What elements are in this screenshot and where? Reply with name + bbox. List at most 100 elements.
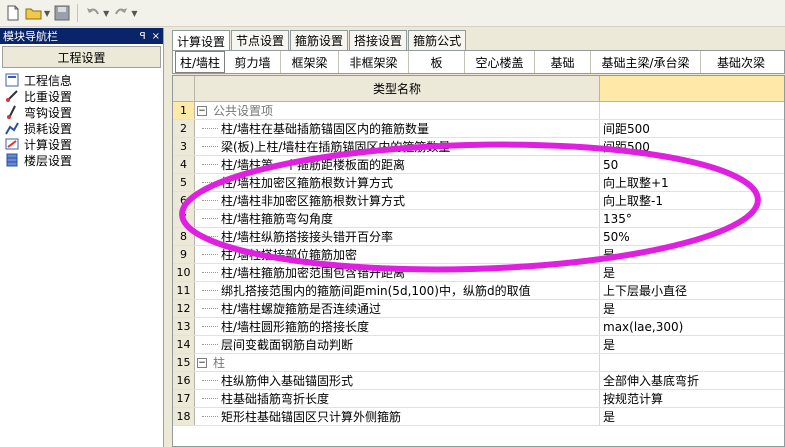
- row-number: 8: [173, 228, 195, 245]
- nav-item-project-info[interactable]: 工程信息: [4, 72, 163, 88]
- cell-name: 矩形柱基础锚固区只计算外侧箍筋: [221, 410, 402, 424]
- tab-slab[interactable]: 板: [409, 51, 465, 73]
- settings-tabs: 计算设置 节点设置 箍筋设置 搭接设置 箍筋公式: [172, 30, 467, 51]
- table-row[interactable]: 1 − 公共设置项: [173, 102, 784, 120]
- cell-value[interactable]: 50%: [600, 228, 784, 245]
- row-number: 18: [173, 408, 195, 425]
- nav-item-weight-settings[interactable]: 比重设置: [4, 88, 163, 104]
- pin-icon[interactable]: ꟼ: [140, 31, 146, 42]
- cell-value[interactable]: 按规范计算: [600, 390, 784, 407]
- nav-title: 模块导航栏: [3, 30, 58, 43]
- tab-foundation-secondary-beam[interactable]: 基础次梁: [701, 51, 781, 73]
- tab-frame-beam[interactable]: 框架梁: [281, 51, 339, 73]
- tab-nonframe-beam[interactable]: 非框架梁: [339, 51, 409, 73]
- table-row[interactable]: 5 柱/墙柱加密区箍筋根数计算方式 向上取整+1: [173, 174, 784, 192]
- nav-item-hook-settings[interactable]: 弯钩设置: [4, 104, 163, 120]
- column-header-value[interactable]: [600, 76, 784, 101]
- table-row[interactable]: 16 柱纵筋伸入基础锚固形式 全部伸入基底弯折: [173, 372, 784, 390]
- table-row[interactable]: 6 柱/墙柱非加密区箍筋根数计算方式 向上取整-1: [173, 192, 784, 210]
- tab-node-settings[interactable]: 节点设置: [231, 30, 290, 50]
- calc-icon: [4, 137, 20, 151]
- tab-foundation[interactable]: 基础: [535, 51, 591, 73]
- cell-value[interactable]: 是: [600, 300, 784, 317]
- table-row[interactable]: 9 柱/墙柱搭接部位箍筋加密 是: [173, 246, 784, 264]
- cell-value[interactable]: 间距500: [600, 120, 784, 137]
- row-number: 17: [173, 390, 195, 407]
- chevron-down-icon[interactable]: ▼: [44, 9, 50, 18]
- row-number: 12: [173, 300, 195, 317]
- row-number: 1: [173, 102, 195, 119]
- cell-name: 柱/墙柱箍筋弯勾角度: [221, 212, 334, 226]
- open-folder-icon[interactable]: [25, 4, 43, 22]
- nav-item-label: 比重设置: [24, 89, 73, 104]
- table-row[interactable]: 12 柱/墙柱螺旋箍筋是否连续通过 是: [173, 300, 784, 318]
- table-row[interactable]: 15 − 柱: [173, 354, 784, 372]
- cell-value[interactable]: 间距500: [600, 138, 784, 155]
- table-row[interactable]: 2 柱/墙柱在基础插筋锚固区内的箍筋数量 间距500: [173, 120, 784, 138]
- cell-value[interactable]: 是: [600, 336, 784, 353]
- table-row[interactable]: 11 绑扎搭接范围内的箍筋间距min(5d,100)中，纵筋d的取值 上下层最小…: [173, 282, 784, 300]
- save-icon[interactable]: [53, 4, 71, 22]
- nav-item-calc-settings[interactable]: 计算设置: [4, 136, 163, 152]
- nav-item-loss-settings[interactable]: 损耗设置: [4, 120, 163, 136]
- nav-item-label: 楼层设置: [24, 153, 73, 168]
- tab-stirrup-formula[interactable]: 箍筋公式: [408, 30, 467, 50]
- redo-icon[interactable]: [112, 4, 130, 22]
- row-number: 3: [173, 138, 195, 155]
- table-row[interactable]: 3 梁(板)上柱/墙柱在插筋锚固区内的箍筋数量 间距500: [173, 138, 784, 156]
- cell-value[interactable]: 是: [600, 408, 784, 425]
- cell-value[interactable]: 向上取整+1: [600, 174, 784, 191]
- table-row[interactable]: 7 柱/墙柱箍筋弯勾角度 135°: [173, 210, 784, 228]
- tab-column[interactable]: 柱/墙柱: [175, 51, 225, 73]
- cell-value[interactable]: 向上取整-1: [600, 192, 784, 209]
- table-row[interactable]: 4 柱/墙柱第一个箍筋距楼板面的距离 50: [173, 156, 784, 174]
- cell-name: 梁(板)上柱/墙柱在插筋锚固区内的箍筋数量: [221, 140, 451, 154]
- table-row[interactable]: 14 层间变截面钢筋自动判断 是: [173, 336, 784, 354]
- nav-item-floor-settings[interactable]: 楼层设置: [4, 152, 163, 168]
- cell-value[interactable]: 上下层最小直径: [600, 282, 784, 299]
- table-row[interactable]: 10 柱/墙柱箍筋加密范围包含错开距离 是: [173, 264, 784, 282]
- cell-name: 柱/墙柱纵筋搭接接头错开百分率: [221, 230, 394, 244]
- toolbar: ▼ ▼ ▼: [0, 0, 785, 27]
- new-file-icon[interactable]: [4, 4, 22, 22]
- nav-section-header[interactable]: 工程设置: [2, 46, 161, 68]
- collapse-icon[interactable]: −: [197, 357, 207, 368]
- row-number: 15: [173, 354, 195, 371]
- table-row[interactable]: 13 柱/墙柱圆形箍筋的搭接长度 max(lae,300): [173, 318, 784, 336]
- nav-item-label: 损耗设置: [24, 121, 73, 136]
- row-number: 11: [173, 282, 195, 299]
- table-row[interactable]: 18 矩形柱基础锚固区只计算外侧箍筋 是: [173, 408, 784, 426]
- tab-foundation-main-beam[interactable]: 基础主梁/承台梁: [591, 51, 701, 73]
- cell-value[interactable]: 是: [600, 246, 784, 263]
- table-row[interactable]: 8 柱/墙柱纵筋搭接接头错开百分率 50%: [173, 228, 784, 246]
- settings-grid: 类型名称 1 − 公共设置项 2 柱/墙柱在基础插筋锚固区内的箍筋数量 间距500…: [172, 75, 785, 447]
- cell-value[interactable]: 全部伸入基底弯折: [600, 372, 784, 389]
- cell-value[interactable]: [600, 354, 784, 371]
- cell-name: 绑扎搭接范围内的箍筋间距min(5d,100)中，纵筋d的取值: [221, 284, 531, 298]
- undo-icon[interactable]: [84, 4, 102, 22]
- row-number: 16: [173, 372, 195, 389]
- tab-stirrup-settings[interactable]: 箍筋设置: [290, 30, 349, 50]
- tab-calc-settings[interactable]: 计算设置: [172, 30, 231, 51]
- cell-value[interactable]: [600, 102, 784, 119]
- cell-name: 柱纵筋伸入基础锚固形式: [221, 374, 354, 388]
- chevron-down-icon[interactable]: ▼: [103, 9, 109, 18]
- chevron-down-icon[interactable]: ▼: [131, 9, 137, 18]
- toolbar-separator: [77, 4, 79, 22]
- tab-shear-wall[interactable]: 剪力墙: [225, 51, 281, 73]
- table-row[interactable]: 17 柱基础插筋弯折长度 按规范计算: [173, 390, 784, 408]
- close-icon[interactable]: ×: [152, 31, 160, 42]
- cell-value[interactable]: 50: [600, 156, 784, 173]
- collapse-icon[interactable]: −: [197, 105, 207, 116]
- cell-value[interactable]: max(lae,300): [600, 318, 784, 335]
- column-header-type-name[interactable]: 类型名称: [195, 76, 600, 101]
- row-number: 10: [173, 264, 195, 281]
- cell-value[interactable]: 是: [600, 264, 784, 281]
- row-number-header: [173, 76, 195, 101]
- cell-value[interactable]: 135°: [600, 210, 784, 227]
- tab-hollow-floor[interactable]: 空心楼盖: [465, 51, 535, 73]
- cell-name: 柱/墙柱箍筋加密范围包含错开距离: [221, 266, 406, 280]
- tab-lap-settings[interactable]: 搭接设置: [349, 30, 408, 50]
- nav-item-label: 计算设置: [24, 137, 73, 152]
- row-number: 6: [173, 192, 195, 209]
